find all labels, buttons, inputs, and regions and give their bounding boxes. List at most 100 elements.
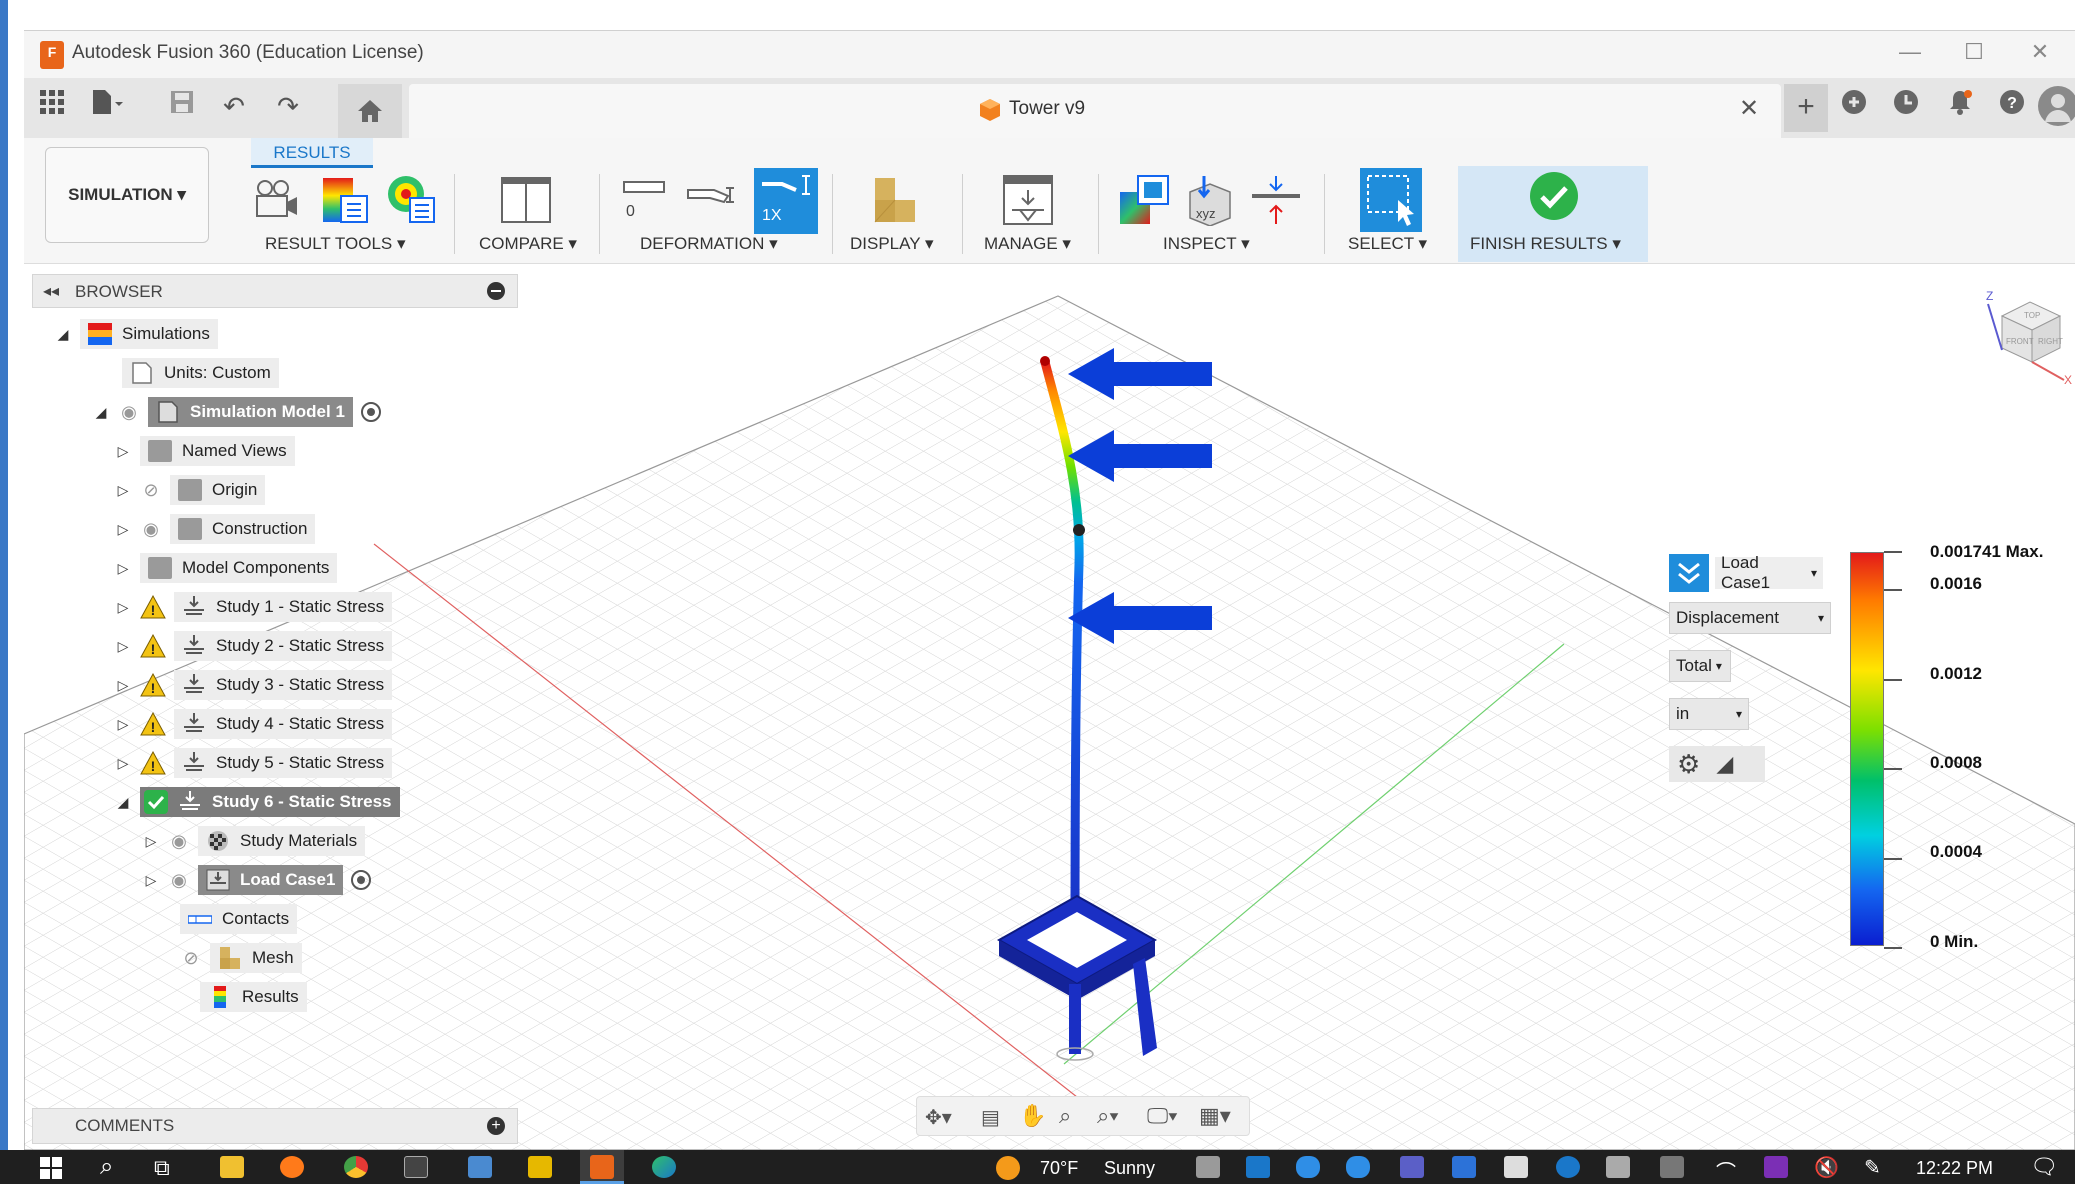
section-analysis-icon[interactable] [1250, 174, 1302, 226]
hidden-eye-icon[interactable]: ⊘ [140, 480, 162, 501]
minimize-icon[interactable]: — [1890, 39, 1930, 65]
expand-arrow-icon[interactable]: ▷ [114, 677, 132, 694]
teams-icon[interactable] [1400, 1156, 1424, 1178]
comments-panel[interactable]: COMMENTS + [32, 1108, 518, 1144]
redo-icon[interactable]: ↷ [270, 88, 306, 124]
finish-results-button[interactable]: FINISH RESULTS ▾ [1458, 166, 1648, 262]
tray-app-icon[interactable] [1246, 1156, 1270, 1178]
weather-sun-icon[interactable] [996, 1156, 1020, 1180]
firefox-icon[interactable] [280, 1156, 304, 1178]
extensions-icon[interactable] [1836, 88, 1872, 124]
load-case-selector[interactable]: Load Case1 ▾ [1669, 553, 1831, 592]
load-case-dropdown[interactable]: Load Case1 ▾ [1715, 553, 1823, 592]
expand-arrow-icon[interactable]: ▷ [114, 560, 132, 577]
grid-settings-icon[interactable]: ▦▾ [1199, 1103, 1231, 1129]
close-tab-icon[interactable]: ✕ [1739, 94, 1759, 123]
expand-arrow-icon[interactable]: ▷ [114, 638, 132, 655]
viewcube[interactable]: Z X TOP FRONT RIGHT [1984, 289, 2074, 387]
box-icon[interactable] [1452, 1156, 1476, 1178]
expand-icon[interactable]: ◢ [114, 794, 132, 811]
sticky-notes-icon[interactable] [528, 1156, 552, 1178]
display-menu[interactable]: DISPLAY ▾ [850, 234, 934, 254]
load-case-check-icon[interactable] [1669, 554, 1709, 592]
result-type-dropdown[interactable]: Displacement ▾ [1669, 602, 1831, 634]
help-icon[interactable]: ? [1994, 88, 2030, 124]
display-settings-icon[interactable]: 🖵▾ [1147, 1103, 1177, 1129]
adjusted-deformation-icon[interactable] [686, 182, 738, 222]
expand-arrow-icon[interactable]: ▷ [114, 521, 132, 538]
compare-menu[interactable]: COMPARE ▾ [479, 234, 577, 254]
hidden-eye-icon[interactable]: ⊘ [180, 948, 202, 969]
load-arrow-icon[interactable] [1064, 588, 1224, 648]
tree-row-model-components[interactable]: ▷ Model Components [114, 552, 400, 584]
wifi-icon[interactable]: ⌒ [1716, 1156, 1736, 1184]
tree-row-study-1[interactable]: ▷ ! Study 1 - Static Stress [114, 591, 400, 623]
display-parts-icon[interactable] [869, 174, 921, 226]
tree-row-study-5[interactable]: ▷ ! Study 5 - Static Stress [114, 747, 400, 779]
task-view-icon[interactable]: ⧉ [154, 1155, 170, 1181]
reaction-force-xyz-icon[interactable]: xyz [1184, 174, 1236, 227]
viewport-canvas[interactable]: ◂◂ BROWSER ◢ Simulations Units: Custom ◢… [24, 264, 2075, 1150]
inspect-menu[interactable]: INSPECT ▾ [1163, 234, 1250, 254]
edge-icon[interactable] [652, 1156, 676, 1178]
unit-dropdown[interactable]: in ▾ [1669, 698, 1749, 730]
visibility-eye-icon[interactable]: ◉ [168, 831, 190, 852]
battery-icon[interactable] [1660, 1156, 1684, 1178]
bluetooth-icon[interactable] [1556, 1156, 1580, 1178]
file-menu-icon[interactable] [88, 88, 124, 124]
tab-results[interactable]: RESULTS [251, 138, 373, 168]
pan-hand-icon[interactable]: ✋ [1019, 1103, 1046, 1129]
tree-row-load-case[interactable]: ▷ ◉ Load Case1 [142, 864, 400, 896]
tree-row-simulations[interactable]: ◢ Simulations [54, 318, 400, 350]
tree-row-origin[interactable]: ▷ ⊘ Origin [114, 474, 400, 506]
home-button[interactable] [338, 84, 402, 138]
animate-camera-icon[interactable] [249, 174, 301, 226]
select-window-button[interactable] [1360, 168, 1422, 232]
orbit-icon[interactable]: ✥▾ [925, 1105, 952, 1130]
new-tab-plus-icon[interactable]: + [1784, 84, 1828, 132]
tray-pen-icon[interactable] [1196, 1156, 1220, 1178]
tree-row-units[interactable]: Units: Custom [122, 357, 400, 389]
manage-study-icon[interactable] [1002, 174, 1054, 226]
result-tools-menu[interactable]: RESULT TOOLS ▾ [265, 234, 406, 254]
tree-row-study-materials[interactable]: ▷ ◉ Study Materials [142, 825, 400, 857]
terminal-icon[interactable] [404, 1156, 428, 1178]
tree-row-study-4[interactable]: ▷ ! Study 4 - Static Stress [114, 708, 400, 740]
tree-row-mesh[interactable]: ⊘ Mesh [180, 942, 400, 974]
visibility-eye-icon[interactable]: ◉ [140, 519, 162, 540]
onenote-icon[interactable] [1764, 1156, 1788, 1178]
calculator-icon[interactable] [468, 1156, 492, 1178]
fit-zoom-icon[interactable]: ⌕▾ [1097, 1103, 1119, 1129]
expand-arrow-icon[interactable]: ▷ [114, 716, 132, 733]
no-deformation-icon[interactable]: 0 [620, 178, 670, 222]
tree-row-contacts[interactable]: Contacts [180, 903, 400, 935]
probe-results-icon[interactable] [1118, 174, 1170, 226]
pen-tray-icon[interactable]: ✎ [1864, 1155, 1881, 1180]
tree-row-study-6[interactable]: ◢ Study 6 - Static Stress [114, 786, 400, 818]
document-tab[interactable]: Tower v9 ✕ [409, 84, 1781, 138]
visibility-eye-icon[interactable]: ◉ [118, 402, 140, 423]
user-avatar[interactable] [2038, 86, 2075, 126]
expand-arrow-icon[interactable]: ▷ [142, 872, 160, 889]
tray-camera-icon[interactable] [1606, 1156, 1630, 1178]
select-menu[interactable]: SELECT ▾ [1348, 234, 1427, 254]
maximize-icon[interactable]: ☐ [1954, 39, 1994, 65]
browser-minimize-icon[interactable] [487, 282, 505, 300]
load-arrow-icon[interactable] [1064, 344, 1224, 404]
activate-radio-icon[interactable] [351, 870, 372, 890]
load-arrow-icon[interactable] [1064, 426, 1224, 486]
compare-split-icon[interactable] [500, 174, 552, 226]
close-window-icon[interactable]: ✕ [2020, 39, 2060, 65]
component-dropdown[interactable]: Total ▾ [1669, 650, 1731, 682]
tree-row-named-views[interactable]: ▷ Named Views [114, 435, 400, 467]
tree-row-simulation-model[interactable]: ◢ ◉ Simulation Model 1 [92, 396, 400, 428]
expand-arrow-icon[interactable]: ▷ [114, 599, 132, 616]
expand-arrow-icon[interactable]: ▷ [114, 443, 132, 460]
windows-start-icon[interactable] [40, 1157, 62, 1184]
tree-row-results[interactable]: Results [200, 981, 400, 1013]
collapse-browser-icon[interactable]: ◂◂ [43, 281, 59, 301]
expand-icon[interactable]: ◢ [92, 404, 110, 421]
job-status-icon[interactable] [1888, 88, 1924, 124]
notifications-bell-icon[interactable] [1942, 88, 1978, 124]
security-shield-icon[interactable] [1504, 1156, 1528, 1178]
